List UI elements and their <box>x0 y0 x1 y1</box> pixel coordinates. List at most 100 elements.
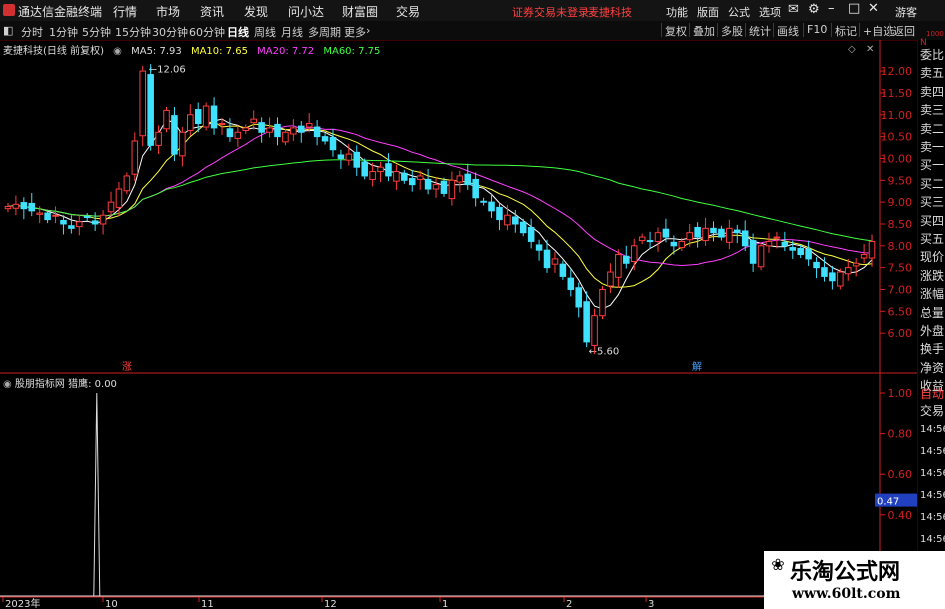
candle-body <box>559 263 567 277</box>
settings-icon[interactable]: ⚙ <box>808 2 820 17</box>
mark-jie-label: 解 <box>692 360 702 373</box>
tab-more[interactable]: 更多 <box>344 24 366 40</box>
quote-label: 涨幅 <box>920 287 945 302</box>
ma20-legend: MA20: 7.72 <box>257 46 315 57</box>
date-tick-label: 2 <box>566 599 572 609</box>
high-price-label: ←12.06 <box>149 64 186 75</box>
menu-gongneng[interactable]: 功能 <box>666 4 688 20</box>
candle-body <box>210 105 218 129</box>
candle-body <box>139 70 147 137</box>
minimize-icon[interactable]: – <box>828 1 835 16</box>
price-tick-label: 7.00 <box>888 283 913 296</box>
user-label[interactable]: 游客 <box>895 4 917 20</box>
menu-item-hangqing[interactable]: 行情 <box>113 3 137 20</box>
btn-huaxian[interactable]: 画线 <box>773 23 799 38</box>
candle-body <box>702 227 709 242</box>
candle-body <box>480 200 487 203</box>
tab-daily[interactable]: 日线 <box>227 24 249 40</box>
candle-body <box>583 301 590 343</box>
tab-weekly[interactable]: 周线 <box>254 24 276 40</box>
btn-duogu[interactable]: 多股 <box>717 23 743 38</box>
btn-biaoji[interactable]: 标记 <box>831 23 857 38</box>
menu-xuanxiang[interactable]: 选项 <box>759 4 781 20</box>
diamond-icon[interactable]: ◇ <box>848 44 856 55</box>
candle-body <box>844 267 852 275</box>
candle-body <box>76 221 83 228</box>
date-tick-label: 10 <box>105 599 118 609</box>
indicator-spike <box>93 392 101 597</box>
candle-body <box>115 188 123 208</box>
menu-item-wenxiaoda[interactable]: 问小达 <box>288 3 324 20</box>
trade-label[interactable]: 交易 <box>920 402 944 419</box>
btn-f10[interactable]: F10 <box>803 23 827 37</box>
minimize-panel-icon[interactable]: ◧ <box>3 24 13 37</box>
message-icon[interactable]: ✉ <box>788 2 799 17</box>
candle-body <box>163 109 170 130</box>
btn-back[interactable]: 返回 <box>889 23 915 38</box>
candle-body <box>250 118 257 124</box>
candle-body <box>99 214 107 225</box>
btn-fuquan[interactable]: 复权 <box>661 23 687 38</box>
menu-gongshi[interactable]: 公式 <box>728 4 750 20</box>
ma60-legend: MA60: 7.75 <box>323 46 381 57</box>
candle-body <box>4 206 12 210</box>
tab-1min[interactable]: 1分钟 <box>49 24 78 40</box>
close-icon[interactable]: ✕ <box>868 1 879 16</box>
auto-label[interactable]: 自动 <box>920 385 944 402</box>
quote-label: 买三 <box>920 195 945 210</box>
menu-item-caifuquan[interactable]: 财富圈 <box>342 3 378 20</box>
tab-5min[interactable]: 5分钟 <box>82 24 111 40</box>
tab-multi-period[interactable]: 多周期 <box>308 24 341 40</box>
menu-banmian[interactable]: 版面 <box>697 4 719 20</box>
close-chart-icon[interactable]: ✕ <box>866 44 874 55</box>
price-tick-label: 6.50 <box>888 305 913 318</box>
candle-body <box>297 125 305 133</box>
candle-body <box>504 214 511 226</box>
tab-60min[interactable]: 60分钟 <box>189 24 225 40</box>
candle-body <box>68 225 75 229</box>
candle-body <box>567 277 575 290</box>
menu-item-zixun[interactable]: 资讯 <box>200 3 224 20</box>
candle-body <box>789 247 797 251</box>
candle-body <box>805 248 812 260</box>
indicator-value: 猎鹰: 0.00 <box>68 379 117 390</box>
menu-item-shichang[interactable]: 市场 <box>156 3 180 20</box>
kline-chart[interactable]: ←12.06←5.60涨解 12.0011.5011.0010.5010.009… <box>0 40 917 609</box>
tab-15min[interactable]: 15分钟 <box>115 24 151 40</box>
quote-label: 买五 <box>920 232 945 246</box>
menu-item-jiaoyi[interactable]: 交易 <box>396 3 420 20</box>
candle-body <box>852 262 860 267</box>
candle-body <box>171 115 178 155</box>
candle-body <box>733 229 741 234</box>
indicator-name: 股朋指标网 <box>14 379 65 390</box>
candle-body <box>615 254 622 278</box>
candle-body <box>123 175 131 192</box>
gear-icon[interactable]: ◉ <box>113 46 122 57</box>
period-toolbar: ◧ 分时 1分钟 5分钟 15分钟 30分钟 60分钟 日线 周线 月线 多周期… <box>0 21 945 41</box>
tab-30min[interactable]: 30分钟 <box>152 24 188 40</box>
candle-body <box>416 175 424 180</box>
tick-time: 14:56 <box>920 512 945 523</box>
watermark-title: 乐淘公式网 <box>790 560 901 585</box>
trade-login-status[interactable]: 证券交易未登录 <box>512 4 589 20</box>
quote-side-panel: N 1000 委比 卖五 卖四 卖三 卖二 卖一 买一 买二 买三 买四 买五 现价 涨跌 涨幅 总量 外盘换… <box>917 30 945 609</box>
app-title: 通达信金融终端 <box>18 5 103 19</box>
candle-body <box>781 241 789 247</box>
candle-body <box>813 261 820 269</box>
maximize-icon[interactable]: □ <box>848 1 860 16</box>
candle-body <box>266 127 273 133</box>
btn-diejia[interactable]: 叠加 <box>689 23 715 38</box>
indicator-gear-icon[interactable]: ◉ <box>3 379 12 390</box>
low-price-label: ←5.60 <box>589 347 620 358</box>
quote-label: 现价 <box>920 250 945 265</box>
candle-body <box>242 127 250 132</box>
quote-label: 卖三 <box>920 103 945 118</box>
menu-item-faxian[interactable]: 发现 <box>244 3 268 20</box>
price-tick-label: 10.00 <box>881 152 913 165</box>
btn-tongji[interactable]: 统计 <box>745 23 771 38</box>
tab-fenshi[interactable]: 分时 <box>21 24 43 40</box>
candle-body <box>662 228 670 238</box>
tab-monthly[interactable]: 月线 <box>281 24 303 40</box>
candle-body <box>599 288 606 317</box>
chevron-right-icon[interactable]: › <box>366 24 370 37</box>
